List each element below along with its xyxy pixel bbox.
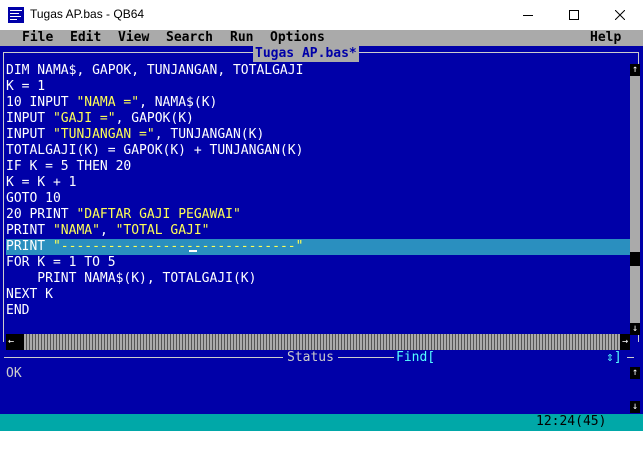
code-text: DIM NAMA$, GAPOK, TUNJANGAN, TOTALGAJI: [6, 63, 304, 78]
file-tab: Tugas AP.bas*: [253, 46, 359, 62]
string-literal: "TUNJANGAN =": [52, 127, 155, 142]
code-line[interactable]: GOTO 10: [6, 191, 630, 207]
string-literal: "DAFTAR GAJI PEGAWAI": [76, 207, 241, 222]
text-cursor: [189, 250, 197, 252]
scroll-right-arrow-icon[interactable]: →: [620, 334, 630, 350]
menu-bar: File Edit View Search Run Options Help: [0, 30, 643, 46]
code-text: FOR K = 1 TO 5: [6, 255, 116, 270]
code-line[interactable]: DIM NAMA$, GAPOK, TUNJANGAN, TOTALGAJI: [6, 63, 630, 79]
status-label: Status: [283, 350, 338, 366]
code-line[interactable]: PRINT "NAMA", "TOTAL GAJI": [6, 223, 630, 239]
string-literal: "TOTAL GAJI": [115, 223, 210, 238]
code-line[interactable]: FOR K = 1 TO 5: [6, 255, 630, 271]
scroll-left-arrow-icon[interactable]: ←: [6, 334, 16, 350]
vertical-scroll-thumb[interactable]: [630, 252, 640, 266]
code-text: 20 PRINT: [6, 207, 77, 222]
status-scroll-down-icon[interactable]: ↓: [630, 401, 640, 413]
horizontal-scrollbar[interactable]: ← →: [6, 334, 630, 350]
string-literal: "GAJI =": [52, 111, 116, 126]
code-line[interactable]: INPUT "GAJI =", GAPOK(K): [6, 111, 630, 127]
string-literal: "------------------------------": [52, 239, 304, 254]
code-text: , GAPOK(K): [115, 111, 194, 126]
string-literal: "NAMA =": [76, 95, 140, 110]
vertical-scrollbar[interactable]: ↑ ↓: [630, 64, 640, 335]
status-panel: Status Find[ ⇕] OK ↑ ↓: [0, 350, 643, 414]
scroll-down-arrow-icon[interactable]: ↓: [630, 323, 640, 335]
code-text: PRINT: [6, 239, 53, 254]
window-title-bar[interactable]: Tugas AP.bas - QB64: [0, 0, 643, 30]
bottom-status-bar: 12:24(45): [0, 414, 643, 431]
scroll-up-arrow-icon[interactable]: ↑: [630, 64, 640, 76]
code-line[interactable]: TOTALGAJI(K) = GAPOK(K) + TUNJANGAN(K): [6, 143, 630, 159]
code-line[interactable]: PRINT NAMA$(K), TOTALGAJI(K): [6, 271, 630, 287]
menu-help[interactable]: Help: [590, 30, 621, 46]
close-button[interactable]: [597, 0, 643, 30]
cursor-position: 12:24(45): [536, 414, 607, 429]
code-line[interactable]: PRINT "------------------------------": [6, 239, 630, 255]
qb64-app-icon: [8, 7, 24, 23]
code-text: PRINT NAMA$(K), TOTALGAJI(K): [6, 271, 257, 286]
code-text: IF K = 5 THEN 20: [6, 159, 132, 174]
string-literal: "NAMA": [52, 223, 100, 238]
status-message: OK: [6, 366, 22, 381]
code-text: ,: [99, 223, 116, 238]
code-text: NEXT K: [6, 287, 53, 302]
code-line[interactable]: 20 PRINT "DAFTAR GAJI PEGAWAI": [6, 207, 630, 223]
status-scroll-up-icon[interactable]: ↑: [630, 367, 640, 379]
find-box[interactable]: Find[ ⇕]: [394, 350, 627, 366]
horizontal-scroll-thumb[interactable]: [16, 334, 24, 350]
code-text: INPUT: [6, 127, 53, 142]
find-scroll-icon[interactable]: ⇕]: [606, 350, 622, 366]
code-line[interactable]: END: [6, 303, 630, 319]
code-line[interactable]: K = 1: [6, 79, 630, 95]
maximize-icon: [569, 10, 579, 20]
code-text: END: [6, 303, 30, 318]
menu-options[interactable]: Options: [270, 30, 325, 46]
code-line[interactable]: IF K = 5 THEN 20: [6, 159, 630, 175]
minimize-icon: [523, 15, 533, 16]
code-text: PRINT: [6, 223, 53, 238]
code-lines[interactable]: DIM NAMA$, GAPOK, TUNJANGAN, TOTALGAJI K …: [6, 63, 630, 319]
close-icon: [615, 10, 625, 20]
find-label: Find[: [396, 350, 436, 365]
code-line[interactable]: 10 INPUT "NAMA =", NAMA$(K): [6, 95, 630, 111]
code-text: GOTO 10: [6, 191, 61, 206]
code-text: TOTALGAJI(K) = GAPOK(K) + TUNJANGAN(K): [6, 143, 304, 158]
menu-view[interactable]: View: [118, 30, 149, 46]
window-title: Tugas AP.bas - QB64: [30, 7, 145, 21]
code-text: , TUNJANGAN(K): [154, 127, 265, 142]
editor-frame-left: [3, 52, 4, 342]
code-line[interactable]: NEXT K: [6, 287, 630, 303]
code-text: 10 INPUT: [6, 95, 77, 110]
code-line[interactable]: INPUT "TUNJANGAN =", TUNJANGAN(K): [6, 127, 630, 143]
minimize-button[interactable]: [505, 0, 551, 30]
code-text: K = 1: [6, 79, 46, 94]
code-editor[interactable]: Tugas AP.bas* DIM NAMA$, GAPOK, TUNJANGA…: [0, 46, 643, 352]
menu-search[interactable]: Search: [166, 30, 213, 46]
maximize-button[interactable]: [551, 0, 597, 30]
code-line[interactable]: K = K + 1: [6, 175, 630, 191]
menu-edit[interactable]: Edit: [70, 30, 101, 46]
menu-file[interactable]: File: [22, 30, 53, 46]
code-text: , NAMA$(K): [139, 95, 218, 110]
menu-run[interactable]: Run: [230, 30, 253, 46]
code-text: INPUT: [6, 111, 53, 126]
code-text: K = K + 1: [6, 175, 77, 190]
